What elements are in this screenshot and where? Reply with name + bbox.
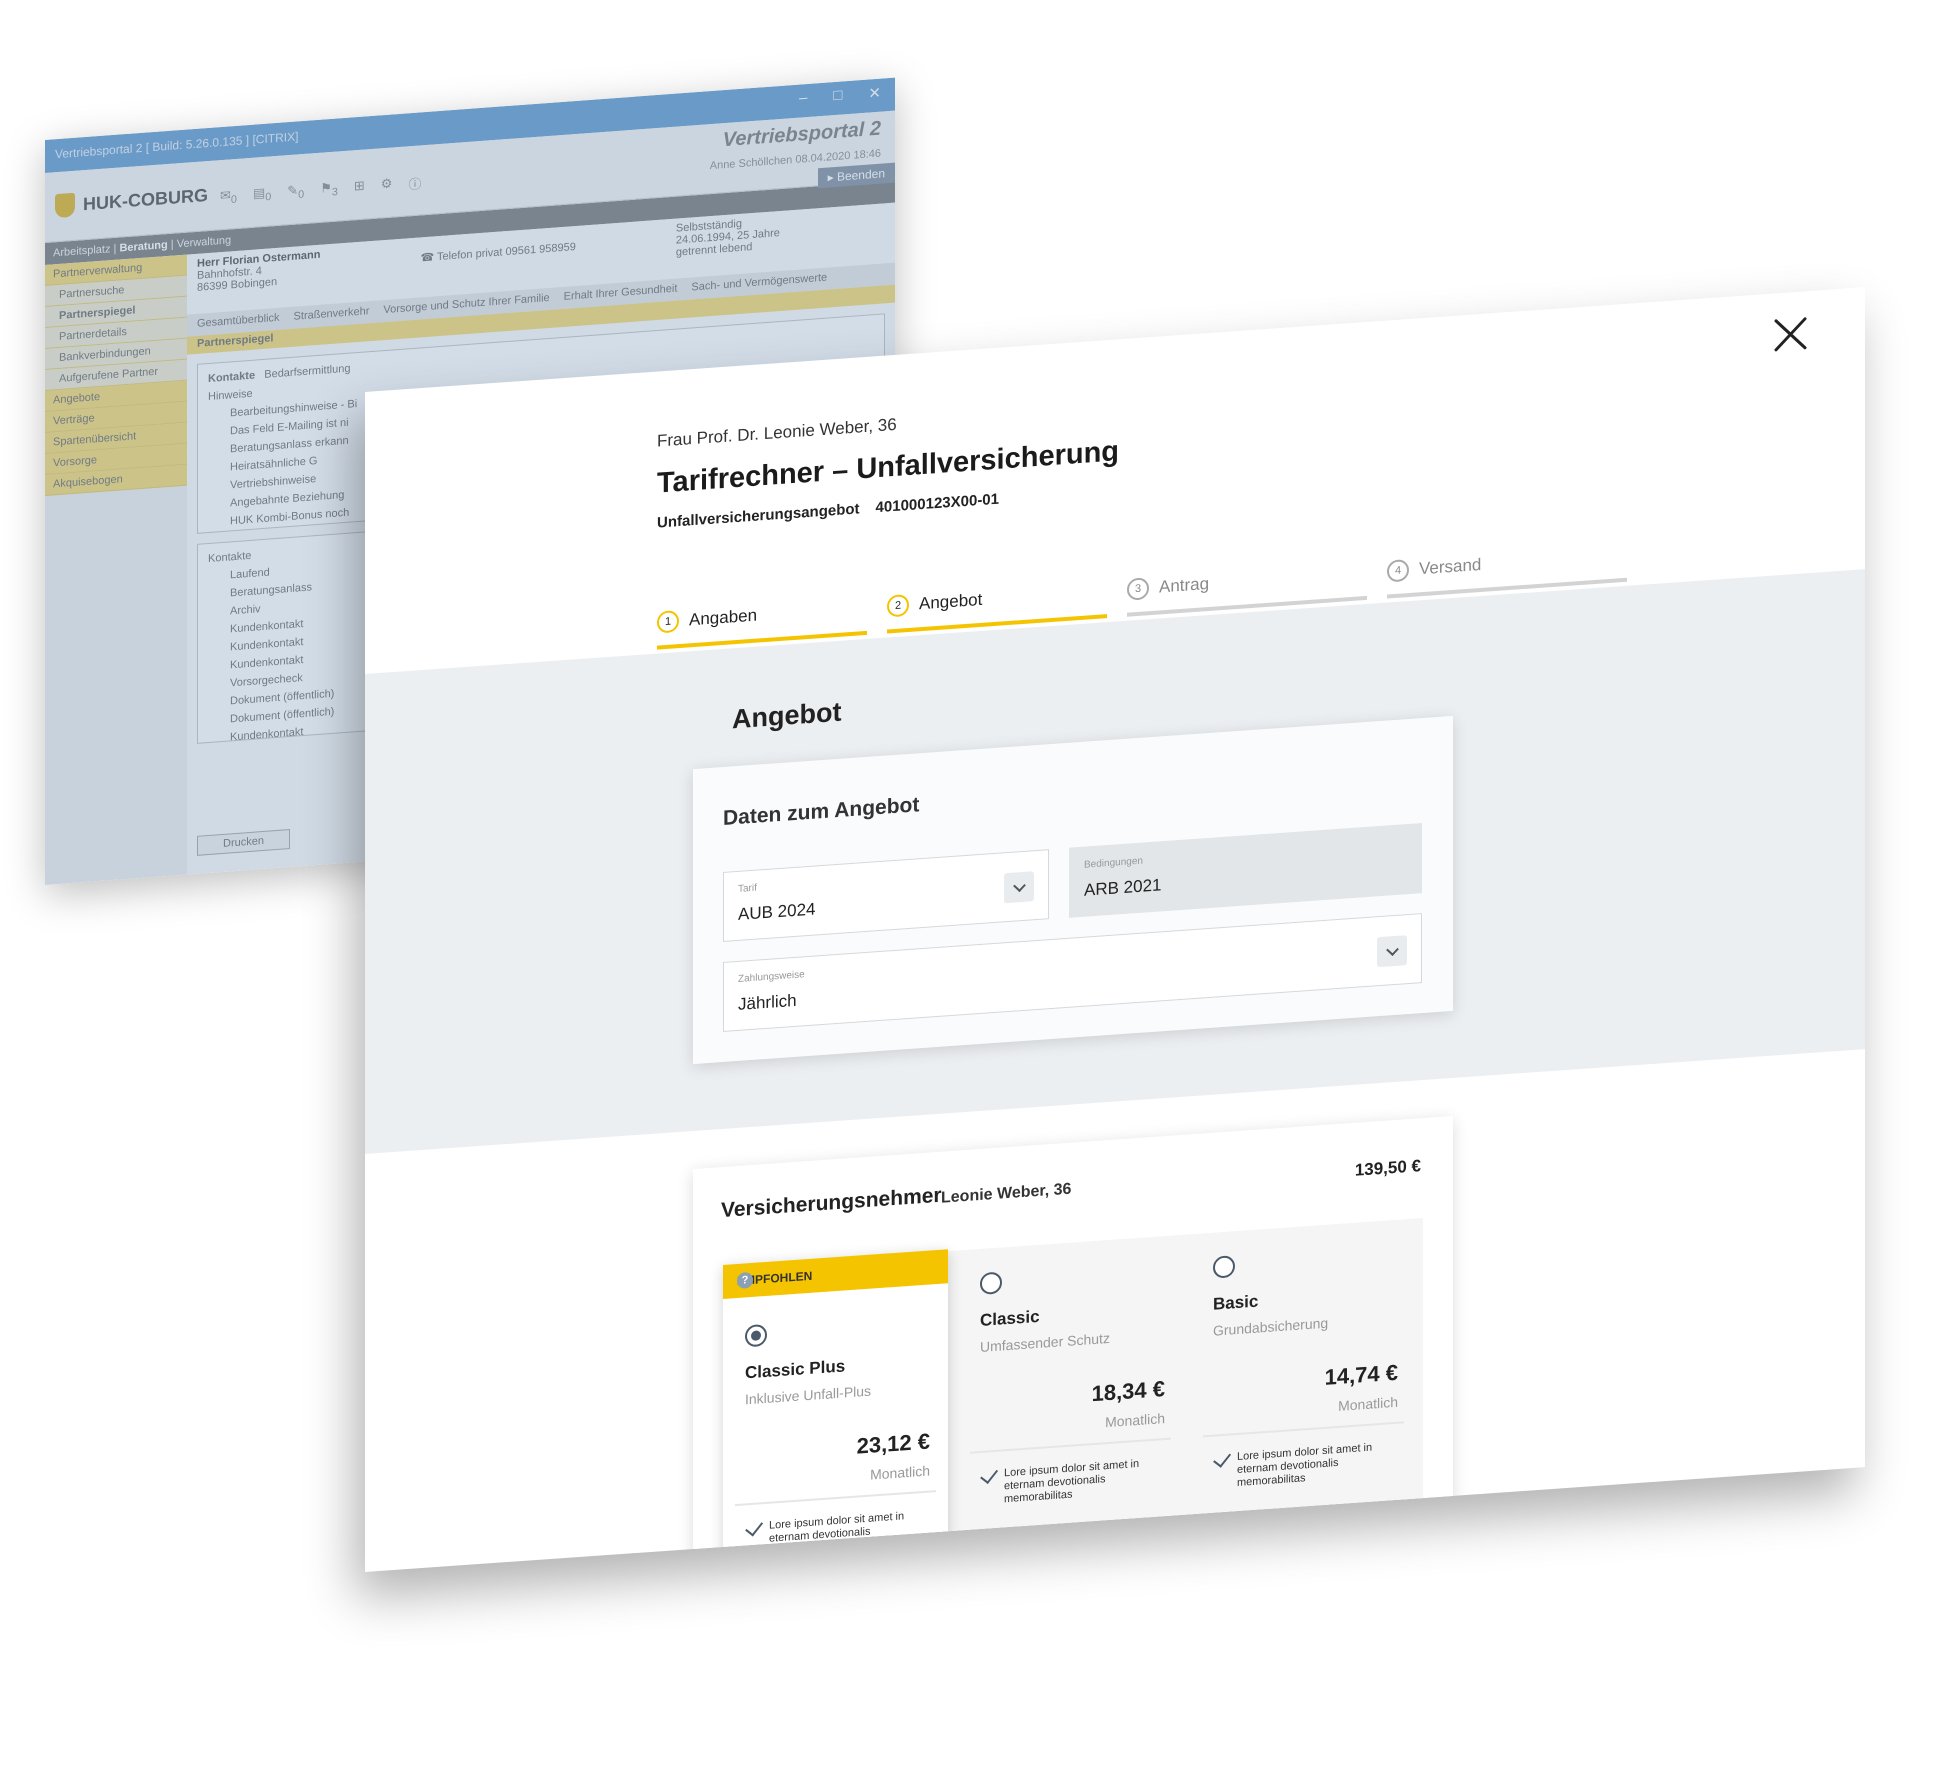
nav-beratung[interactable]: Beratung (119, 239, 167, 255)
card-title: Daten zum Angebot (723, 793, 920, 830)
plan-card-basic[interactable]: Basic Grundabsicherung 14,74 € Monatlich… (1191, 1219, 1416, 1555)
step-number: 2 (887, 593, 909, 618)
step-label: Angaben (689, 605, 758, 630)
chevron-down-icon[interactable] (1004, 871, 1034, 904)
company-logo: HUK-COBURG (55, 183, 208, 219)
offer-label: Unfallversicherungsangebot (657, 500, 860, 532)
field-value: AUB 2024 (738, 899, 816, 924)
offer-number: 401000123X00-01 (875, 490, 999, 517)
legacy-brand: Vertriebsportal 2 (722, 117, 881, 152)
bedingungen-field: Bedingungen ARB 2021 (1069, 823, 1422, 918)
check-icon (1213, 1448, 1232, 1468)
subtab-kontakte[interactable]: Kontakte (208, 370, 255, 385)
card-title: Versicherungsnehmer (721, 1183, 942, 1223)
flag-icon[interactable]: ⚑3 (320, 179, 338, 199)
field-label: Bedingungen (1084, 855, 1143, 871)
recommended-badge: EMPFOHLEN ? (723, 1249, 948, 1299)
plan-options: EMPFOHLEN ? Classic Plus Inklusive Unfal… (723, 1218, 1423, 1573)
plan-subtitle: Inklusive Unfall-Plus (745, 1382, 872, 1408)
mail-icon[interactable]: ✉0 (220, 187, 237, 207)
plan-price: 23,12 € (856, 1428, 930, 1459)
person-phone: Telefon privat 09561 958959 (437, 241, 576, 264)
step-number: 3 (1127, 577, 1149, 601)
shield-icon (55, 192, 75, 219)
maximize-icon[interactable]: □ (833, 86, 842, 105)
step-label: Versand (1419, 554, 1482, 579)
tarif-select[interactable]: Tarif AUB 2024 (723, 849, 1049, 942)
step-number: 1 (657, 610, 679, 634)
edit-icon[interactable]: ✎0 (287, 182, 304, 202)
company-name: HUK-COBURG (83, 184, 208, 214)
plan-radio[interactable] (980, 1271, 1002, 1295)
plan-card-classic-plus[interactable]: EMPFOHLEN ? Classic Plus Inklusive Unfal… (723, 1249, 948, 1573)
total-price: 139,50 € (1354, 1156, 1421, 1180)
divider (1203, 1421, 1404, 1438)
check-icon (745, 1517, 764, 1537)
close-icon[interactable] (1770, 313, 1810, 356)
check-icon (980, 1465, 999, 1485)
document-icon[interactable]: ▤0 (253, 184, 271, 204)
field-label: Tarif (738, 882, 757, 895)
policyholder-name: Leonie Weber, 36 (941, 1180, 1072, 1207)
plan-subtitle: Grundabsicherung (1213, 1314, 1329, 1339)
field-label: Zahlungsweise (738, 969, 805, 985)
tab-strasse[interactable]: Straßenverkehr (294, 305, 370, 325)
minimize-icon[interactable]: – (799, 89, 807, 108)
plan-name: Basic (1213, 1291, 1259, 1314)
step-number: 4 (1387, 558, 1409, 583)
plan-frequency: Monatlich (1105, 1410, 1165, 1431)
divider (735, 1490, 936, 1507)
print-button[interactable]: Drucken (197, 829, 290, 856)
plan-feature: Lore ipsum dolor sit amet in eternam dev… (980, 1456, 1165, 1508)
legacy-toolbar: ✉0 ▤0 ✎0 ⚑3 ⊞ ⚙ ⓘ (220, 173, 421, 207)
plan-price: 18,34 € (1091, 1376, 1165, 1407)
plan-card-classic[interactable]: Classic Umfassender Schutz 18,34 € Monat… (958, 1235, 1183, 1571)
tab-gesamt[interactable]: Gesamtüberblick (197, 312, 280, 332)
plan-name: Classic Plus (745, 1356, 846, 1383)
step-label: Antrag (1159, 573, 1210, 597)
field-value: Jährlich (738, 990, 797, 1014)
plan-subtitle: Umfassender Schutz (980, 1329, 1110, 1355)
gear-icon[interactable]: ⚙ (381, 175, 393, 195)
plan-frequency: Monatlich (1338, 1393, 1398, 1414)
help-icon[interactable]: ⓘ (408, 173, 421, 193)
legacy-sidebar: Partnerverwaltung Partnersuche Partnersp… (45, 254, 187, 886)
plan-name: Classic (980, 1306, 1040, 1330)
plan-feature: Lore ipsum dolor sit amet in eternam dev… (745, 1508, 930, 1560)
plus-icon[interactable]: ⊞ (354, 178, 365, 198)
offer-data-card: Daten zum Angebot Tarif AUB 2024 Bedingu… (693, 715, 1453, 1065)
step-label: Angebot (919, 589, 983, 614)
close-window-icon[interactable]: ✕ (868, 84, 881, 103)
plan-radio[interactable] (1213, 1255, 1235, 1279)
plan-radio[interactable] (745, 1323, 767, 1348)
phone-icon: ☎ (420, 251, 435, 265)
policyholder-card: Versicherungsnehmer Leonie Weber, 36 139… (693, 1115, 1453, 1573)
nav-arbeitsplatz[interactable]: Arbeitsplatz (53, 243, 110, 259)
field-value: ARB 2021 (1084, 875, 1162, 900)
plan-price: 14,74 € (1324, 1359, 1398, 1390)
nav-verwaltung[interactable]: Verwaltung (177, 234, 231, 250)
modal-header: Frau Prof. Dr. Leonie Weber, 36 Tarifrec… (657, 399, 1119, 532)
tariff-calculator-modal: Frau Prof. Dr. Leonie Weber, 36 Tarifrec… (365, 287, 1865, 1573)
divider (970, 1437, 1171, 1454)
plan-frequency: Monatlich (870, 1462, 930, 1483)
chevron-down-icon[interactable] (1377, 935, 1407, 968)
plan-feature: Lore ipsum dolor sit amet in eternam dev… (1213, 1440, 1398, 1492)
